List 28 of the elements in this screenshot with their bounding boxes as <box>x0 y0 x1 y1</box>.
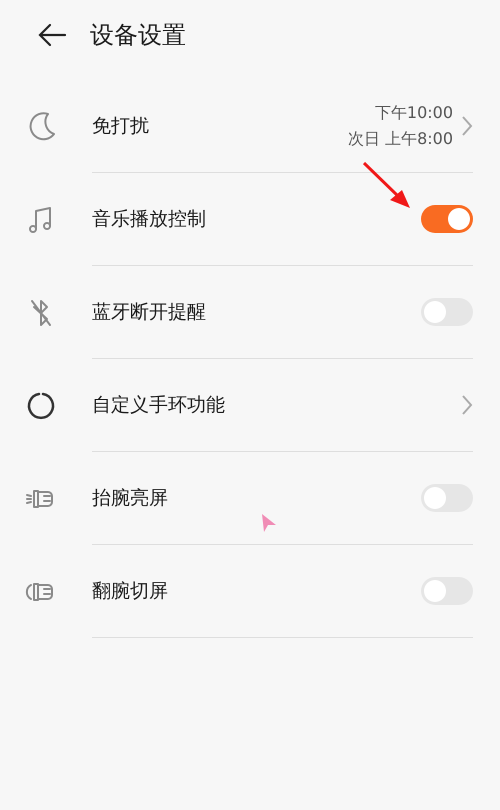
toggle-switch[interactable] <box>421 298 473 326</box>
switch-knob <box>424 487 446 509</box>
setting-label: 免打扰 <box>92 114 150 139</box>
back-arrow-icon <box>37 23 67 47</box>
settings-item[interactable]: 翻腕切屏 <box>92 545 473 638</box>
setting-label: 音乐播放控制 <box>92 206 207 232</box>
schedule-time: 次日 上午8:00 <box>348 128 453 150</box>
switch-knob <box>424 301 446 323</box>
setting-label: 蓝牙断开提醒 <box>92 300 207 325</box>
toggle-switch[interactable] <box>421 484 473 512</box>
schedule-time: 下午10:00 <box>374 102 453 124</box>
cursor-icon <box>260 513 278 533</box>
settings-item[interactable]: 音乐播放控制 <box>92 173 473 266</box>
chevron-right-icon <box>461 394 473 416</box>
page-title: 设备设置 <box>90 20 186 51</box>
setting-label: 抬腕亮屏 <box>92 486 169 511</box>
chevron-right-icon <box>461 115 473 137</box>
setting-label: 自定义手环功能 <box>92 392 226 418</box>
toggle-switch[interactable] <box>421 205 473 233</box>
toggle-switch[interactable] <box>421 577 473 605</box>
switch-knob <box>448 208 470 230</box>
settings-item[interactable]: 蓝牙断开提醒 <box>92 266 473 359</box>
settings-item[interactable]: 免打扰 下午10:00 次日 上午8:00 <box>92 80 473 173</box>
switch-knob <box>424 580 446 602</box>
setting-label: 翻腕切屏 <box>92 578 169 604</box>
settings-item[interactable]: 抬腕亮屏 <box>92 452 473 545</box>
settings-item[interactable]: 自定义手环功能 <box>92 359 473 452</box>
annotation-arrow <box>360 160 412 210</box>
